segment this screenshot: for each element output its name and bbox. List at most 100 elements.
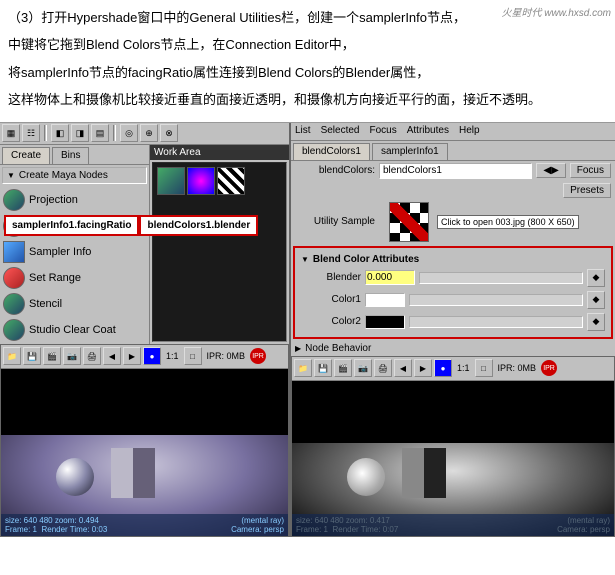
instruction-line: 这样物体上和摄像机比较接近垂直的面接近透明，和摄像机方向接近平行的面，接近不透明… (8, 88, 607, 111)
color2-label: Color2 (301, 316, 361, 327)
scene-cube (402, 448, 446, 498)
tool-button[interactable]: ▤ (91, 124, 109, 142)
tool-button[interactable]: ☷ (22, 124, 40, 142)
rv-button[interactable]: 🎬 (334, 359, 352, 377)
menu-help[interactable]: Help (459, 125, 480, 138)
node-projection[interactable]: Projection (1, 187, 148, 213)
color1-label: Color1 (301, 294, 361, 305)
separator (44, 125, 47, 141)
menu-focus[interactable]: Focus (369, 125, 396, 138)
annotation-dest: blendColors1.blender (139, 215, 258, 236)
rv-button[interactable]: □ (475, 359, 493, 377)
rv-button[interactable]: □ (184, 347, 202, 365)
rv-button[interactable]: 🎬 (43, 347, 61, 365)
rv-button[interactable]: 📁 (294, 359, 312, 377)
rv-button[interactable]: 📷 (354, 359, 372, 377)
tool-button[interactable]: ⊕ (140, 124, 158, 142)
menu-list[interactable]: List (295, 125, 311, 138)
tab-bins[interactable]: Bins (52, 147, 89, 164)
map-button[interactable]: ◆ (587, 313, 605, 331)
rv-button[interactable]: ▶ (123, 347, 141, 365)
render-canvas-right[interactable]: size: 640 480 zoom: 0.417 Frame: 1 Rende… (292, 381, 614, 536)
instruction-line: 将samplerInfo节点的facingRatio属性连接到Blend Col… (8, 61, 607, 84)
tool-button[interactable]: ▦ (2, 124, 20, 142)
hypershade-panel: Create Bins Create Maya Nodes Projection… (0, 145, 289, 344)
hypershade-create-panel: Create Bins Create Maya Nodes Projection… (0, 145, 150, 344)
menu-selected[interactable]: Selected (321, 125, 360, 138)
color1-swatch[interactable] (365, 293, 405, 307)
status-time: Render Time: 0:07 (332, 525, 398, 534)
color1-slider[interactable] (409, 294, 583, 306)
node-label: Stencil (29, 298, 62, 310)
status-frame: Frame: 1 (296, 525, 328, 534)
connection-annotation: samplerInfo1.facingRatio blendColors1.bl… (4, 215, 258, 236)
work-area-label: Work Area (150, 145, 289, 160)
tool-button[interactable]: ◧ (51, 124, 69, 142)
presets-button[interactable]: Presets (563, 183, 611, 198)
ipr-label: IPR: 0MB (498, 363, 537, 373)
hypershade-work-panel: Work Area (150, 145, 289, 344)
rv-button[interactable]: 💾 (314, 359, 332, 377)
render-status-right: size: 640 480 zoom: 0.417 Frame: 1 Rende… (292, 514, 614, 536)
color2-slider[interactable] (409, 316, 583, 328)
app-container: ▦ ☷ ◧ ◨ ▤ ◎ ⊕ ⊗ Create Bins Create Maya … (0, 122, 615, 537)
image-link-note[interactable]: Click to open 003.jpg (800 X 650) (437, 215, 579, 229)
render-canvas-left[interactable]: size: 640 480 zoom: 0.494 Frame: 1 Rende… (1, 369, 288, 536)
rv-button[interactable]: ◀ (103, 347, 121, 365)
render-view-left: 📁 💾 🎬 📷 🖨 ◀ ▶ ● 1:1 □ IPR: 0MB IPR (0, 344, 289, 537)
node-studio-clear-coat[interactable]: Studio Clear Coat (1, 317, 148, 343)
tab-samplerinfo1[interactable]: samplerInfo1 (372, 143, 448, 160)
node-sampler-info[interactable]: Sampler Info (1, 239, 148, 265)
rv-button[interactable]: 🖨 (83, 347, 101, 365)
rv-button[interactable]: ● (143, 347, 161, 365)
rv-button[interactable]: 📁 (3, 347, 21, 365)
rv-button[interactable]: ▶ (414, 359, 432, 377)
blender-slider[interactable] (419, 272, 583, 284)
rv-button[interactable]: 🖨 (374, 359, 392, 377)
scene-sphere (347, 458, 385, 496)
menu-attributes[interactable]: Attributes (407, 125, 449, 138)
color2-swatch[interactable] (365, 315, 405, 329)
ipr-badge[interactable]: IPR (541, 360, 557, 376)
work-area-canvas[interactable] (152, 162, 287, 342)
tool-button[interactable]: ◨ (71, 124, 89, 142)
rv-button[interactable]: 💾 (23, 347, 41, 365)
ipr-badge[interactable]: IPR (250, 348, 266, 364)
tab-create[interactable]: Create (2, 147, 50, 164)
node-icon (3, 293, 25, 315)
node-label: Set Range (29, 272, 81, 284)
focus-button[interactable]: Focus (570, 163, 611, 178)
node-behavior-header[interactable]: Node Behavior (291, 341, 615, 356)
status-camera: Camera: persp (557, 525, 610, 534)
rv-button[interactable]: ◀ (394, 359, 412, 377)
map-button[interactable]: ◆ (587, 291, 605, 309)
node-icon (3, 189, 25, 211)
node-thumb[interactable] (217, 167, 245, 195)
node-thumb[interactable] (157, 167, 185, 195)
blend-name-input[interactable] (379, 163, 532, 179)
create-maya-nodes-header[interactable]: Create Maya Nodes (2, 167, 147, 184)
tool-button[interactable]: ⊗ (160, 124, 178, 142)
render-view-right: 📁 💾 🎬 📷 🖨 ◀ ▶ ● 1:1 □ IPR: 0MB IPR (291, 356, 615, 537)
utility-sample-row: Utility Sample Click to open 003.jpg (80… (291, 200, 615, 244)
node-thumb[interactable] (187, 167, 215, 195)
node-icon (3, 241, 25, 263)
node-label: Projection (29, 194, 78, 206)
ipr-label: IPR: 0MB (207, 351, 246, 361)
node-set-range[interactable]: Set Range (1, 265, 148, 291)
scale-label: 1:1 (457, 363, 470, 373)
rv-button[interactable]: ● (434, 359, 452, 377)
tab-blendcolors1[interactable]: blendColors1 (293, 143, 370, 160)
status-renderer: (mental ray) (557, 516, 610, 525)
utility-sample-swatch[interactable] (389, 202, 429, 242)
node-stencil[interactable]: Stencil (1, 291, 148, 317)
left-column: ▦ ☷ ◧ ◨ ▤ ◎ ⊕ ⊗ Create Bins Create Maya … (0, 123, 291, 537)
blender-value-input[interactable] (365, 270, 415, 285)
map-button[interactable]: ◆ (587, 269, 605, 287)
attr-section-header[interactable]: Blend Color Attributes (299, 252, 607, 267)
watermark: 火星时代 www.hxsd.com (502, 4, 611, 19)
attr-blender-row: Blender ◆ (299, 267, 607, 289)
tool-button[interactable]: ◎ (120, 124, 138, 142)
nav-button[interactable]: ◀▶ (536, 163, 565, 178)
rv-button[interactable]: 📷 (63, 347, 81, 365)
